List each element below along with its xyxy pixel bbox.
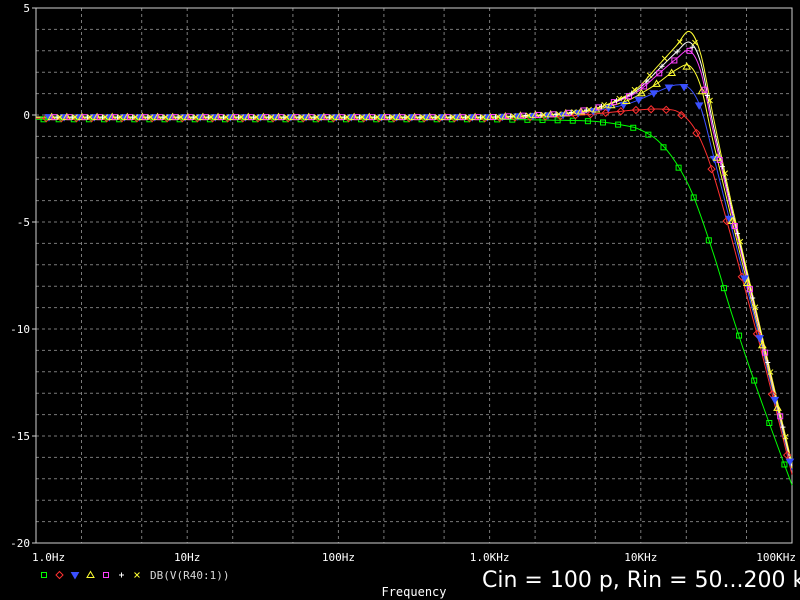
x-tick-label: 1.0Hz bbox=[32, 551, 65, 564]
x-tick-label: 1.0KHz bbox=[470, 551, 510, 564]
data-point-marker bbox=[86, 570, 95, 578]
y-tick-labels: 5 0 -5 -10 -15 -20 bbox=[10, 2, 36, 550]
data-point-marker bbox=[103, 572, 109, 578]
x-tick-label: 100Hz bbox=[322, 551, 355, 564]
data-point-marker bbox=[134, 572, 140, 578]
legend: DB(V(R40:1)) bbox=[41, 569, 229, 582]
y-tick-label: -5 bbox=[17, 216, 30, 229]
data-point-marker bbox=[694, 102, 704, 110]
data-point-marker bbox=[689, 44, 695, 50]
series-line-3 bbox=[36, 84, 793, 471]
series-markers-5 bbox=[51, 47, 784, 420]
x-tick-label: 100KHz bbox=[756, 551, 796, 564]
legend-markers bbox=[41, 570, 140, 580]
y-tick-label: 0 bbox=[23, 109, 30, 122]
grid bbox=[36, 8, 792, 543]
series-line-4 bbox=[36, 64, 793, 469]
y-tick-label: -20 bbox=[10, 537, 30, 550]
plot-frame bbox=[35, 7, 793, 544]
series-markers-7 bbox=[57, 39, 789, 440]
series-line-6 bbox=[36, 41, 793, 467]
frequency-response-chart: 50-5-10-15-20 1.0Hz 10Hz 100Hz 1.0KHz 10KHz 1… bbox=[10, 2, 796, 599]
x-axis-title: Frequency bbox=[381, 585, 446, 599]
series-line-1 bbox=[36, 118, 793, 486]
x-tick-label: 10Hz bbox=[174, 551, 201, 564]
series-group bbox=[35, 30, 793, 486]
data-point-marker bbox=[119, 572, 124, 578]
data-point-marker bbox=[55, 570, 64, 580]
series-line-5 bbox=[36, 49, 793, 467]
y-tick-label: -10 bbox=[10, 323, 30, 336]
data-point-marker bbox=[646, 72, 653, 79]
caption: Cin = 100 p, Rin = 50...200 k bbox=[482, 568, 800, 593]
data-point-marker bbox=[70, 572, 80, 580]
x-tick-label: 10KHz bbox=[624, 551, 657, 564]
series-markers-2 bbox=[42, 105, 792, 460]
series-markers-3 bbox=[44, 83, 795, 467]
y-tick-label: -15 bbox=[10, 430, 30, 443]
series-line-2 bbox=[35, 108, 793, 475]
marker-group bbox=[40, 39, 795, 468]
data-point-marker bbox=[661, 55, 668, 62]
legend-expression: DB(V(R40:1)) bbox=[150, 569, 229, 582]
data-point-marker bbox=[41, 572, 47, 578]
x-tick-labels: 1.0Hz 10Hz 100Hz 1.0KHz 10KHz 100KHz bbox=[32, 551, 796, 564]
y-tick-label: 5 bbox=[23, 2, 30, 15]
series-line-7 bbox=[36, 30, 793, 464]
